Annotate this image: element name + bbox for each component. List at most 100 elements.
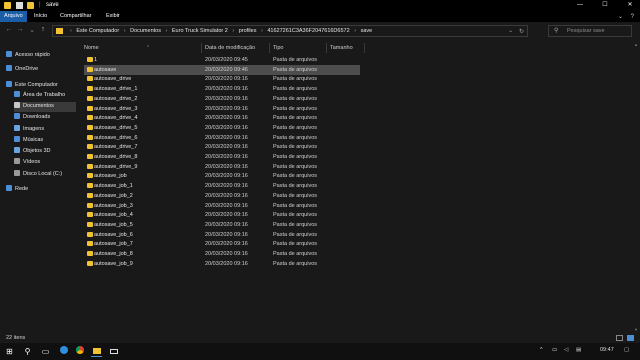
table-row[interactable]: autosave_job_4 20/03/2020 09:16 Pasta de a… — [84, 210, 360, 220]
scroll-down-icon[interactable]: ▼ — [634, 327, 638, 332]
breadcrumb-euro-truck[interactable]: Euro Truck Simulator 2 — [172, 28, 228, 34]
notifications-icon[interactable]: ▢ — [624, 347, 629, 353]
sidebar-item-imagens[interactable]: Imagens — [14, 125, 76, 135]
breadcrumb-profiles[interactable]: profiles — [239, 28, 257, 34]
column-header-date[interactable]: Data de modificação — [205, 43, 269, 53]
sidebar-item-este-computador[interactable]: Este Computador — [6, 81, 76, 91]
chrome-icon[interactable] — [74, 346, 85, 357]
column-header-name[interactable]: Nome ⌃ — [84, 43, 204, 53]
breadcrumb-este-computador[interactable]: Este Computador — [76, 28, 119, 34]
mail-icon[interactable] — [108, 346, 119, 357]
file-name: autosave_job_2 — [94, 192, 133, 199]
sidebar-item-disco-local[interactable]: Disco Local (C:) — [14, 170, 76, 180]
tab-arquivo[interactable]: Arquivo — [0, 11, 27, 22]
help-icon[interactable]: ? — [631, 14, 634, 20]
forward-button[interactable]: → — [15, 26, 25, 33]
column-divider[interactable] — [364, 43, 365, 53]
table-row[interactable]: autosave_job_5 20/03/2020 09:16 Pasta de a… — [84, 220, 360, 230]
breadcrumb-separator[interactable]: › — [70, 28, 72, 34]
tray-overflow-icon[interactable]: ^ — [540, 347, 543, 353]
sidebar-item-onedrive[interactable]: OneDrive — [6, 65, 76, 75]
sidebar-item-acesso-rapido[interactable]: Acesso rápido — [6, 51, 76, 61]
sidebar-item-rede[interactable]: Rede — [6, 185, 76, 195]
recent-locations-button[interactable]: ⌄ — [27, 26, 37, 34]
table-row[interactable]: autosave_drive_5 20/03/2020 09:16 Pasta de… — [84, 123, 360, 133]
table-row[interactable]: autosave_drive_2 20/03/2020 09:16 Pasta de… — [84, 94, 360, 104]
tab-inicio[interactable]: Início — [30, 11, 51, 22]
quick-access-chevron-icon[interactable]: | — [39, 2, 41, 8]
close-button[interactable]: ✕ — [622, 0, 638, 11]
table-row[interactable]: autosave_job_3 20/03/2020 09:16 Pasta de a… — [84, 201, 360, 211]
folder-icon — [87, 124, 93, 130]
table-row[interactable]: autosave_job_1 20/03/2020 09:16 Pasta de a… — [84, 181, 360, 191]
breadcrumb-separator[interactable]: › — [354, 28, 356, 34]
column-divider[interactable] — [269, 43, 270, 53]
address-bar[interactable]: › Este Computador › Documentos › Euro Tr… — [52, 25, 528, 37]
refresh-icon[interactable]: ↻ — [519, 28, 524, 35]
search-input[interactable]: ⚲ Pesquisar save — [548, 25, 632, 37]
breadcrumb-separator[interactable]: › — [166, 28, 168, 34]
table-row[interactable]: autosave_job 20/03/2020 09:16 Pasta de arq… — [84, 171, 360, 181]
column-divider[interactable] — [201, 43, 202, 53]
table-row[interactable]: autosave_drive 20/03/2020 09:16 Pasta de a… — [84, 74, 360, 84]
table-row[interactable]: autosave_drive_9 20/03/2020 09:16 Pasta de… — [84, 162, 360, 172]
network-status-icon[interactable]: ▭ — [552, 347, 557, 353]
search-button[interactable]: ⚲ — [22, 346, 33, 357]
column-header-type[interactable]: Tipo — [273, 43, 327, 53]
tab-compartilhar[interactable]: Compartilhar — [56, 11, 95, 22]
tab-exibir[interactable]: Exibir — [102, 11, 124, 22]
table-row[interactable]: autosave_drive_1 20/03/2020 09:16 Pasta de… — [84, 84, 360, 94]
address-dropdown-icon[interactable]: ⌄ — [508, 28, 513, 34]
breadcrumb-separator[interactable]: › — [261, 28, 263, 34]
file-date: 20/03/2020 09:16 — [205, 241, 248, 248]
maximize-button[interactable]: ☐ — [597, 0, 613, 11]
file-date: 20/03/2020 09:16 — [205, 95, 248, 102]
table-row[interactable]: autosave_drive_8 20/03/2020 09:16 Pasta de… — [84, 152, 360, 162]
up-button[interactable]: ↑ — [38, 26, 48, 33]
table-row[interactable]: autosave_job_6 20/03/2020 09:16 Pasta de a… — [84, 230, 360, 240]
file-explorer-icon[interactable] — [91, 346, 102, 357]
breadcrumb-save[interactable]: save — [361, 28, 373, 34]
back-button[interactable]: ← — [4, 26, 14, 33]
drive-icon — [14, 170, 20, 176]
ribbon-expand-icon[interactable]: ⌄ — [618, 14, 623, 20]
vertical-scrollbar[interactable]: ▲ ▼ — [634, 42, 638, 332]
sidebar-item-documentos[interactable]: Documentos — [14, 102, 76, 112]
volume-icon[interactable]: ◁ — [564, 347, 568, 353]
breadcrumb-documentos[interactable]: Documentos — [130, 28, 161, 34]
column-divider[interactable] — [326, 43, 327, 53]
table-row[interactable]: autosave_drive_6 20/03/2020 09:16 Pasta de… — [84, 133, 360, 143]
table-row[interactable]: autosave_drive_7 20/03/2020 09:16 Pasta de… — [84, 142, 360, 152]
table-row[interactable]: autosave_drive_3 20/03/2020 09:16 Pasta de… — [84, 104, 360, 114]
table-row[interactable]: autosave_job_9 20/03/2020 09:16 Pasta de a… — [84, 259, 360, 269]
edge-icon[interactable] — [58, 346, 69, 357]
language-icon[interactable]: ▤ — [576, 347, 581, 353]
sidebar-item-area-de-trabalho[interactable]: Área de Trabalho — [14, 91, 76, 101]
breadcrumb-separator[interactable]: › — [232, 28, 234, 34]
clock[interactable]: 09:47 — [600, 347, 614, 353]
minimize-button[interactable]: — — [572, 0, 588, 11]
table-row[interactable]: autosave_drive_4 20/03/2020 09:16 Pasta de… — [84, 113, 360, 123]
task-view-button[interactable]: ▭ — [40, 346, 51, 357]
new-folder-icon[interactable] — [27, 2, 34, 9]
file-name: autosave_drive_1 — [94, 86, 138, 93]
sidebar-item-videos[interactable]: Vídeos — [14, 158, 76, 168]
scroll-up-icon[interactable]: ▲ — [634, 42, 638, 47]
details-view-icon[interactable] — [616, 335, 623, 341]
sidebar-item-downloads[interactable]: Downloads — [14, 113, 76, 123]
computer-icon — [6, 81, 12, 87]
sidebar-item-label: Objetos 3D — [23, 148, 51, 154]
large-icons-view-icon[interactable] — [627, 335, 634, 341]
breadcrumb-profile-id[interactable]: 41627261C3A36F2047616D6572 — [267, 28, 349, 34]
start-button[interactable]: ⊞ — [4, 346, 15, 357]
table-row[interactable]: autosave_job_2 20/03/2020 09:16 Pasta de a… — [84, 191, 360, 201]
breadcrumb-separator[interactable]: › — [124, 28, 126, 34]
table-row[interactable]: 1 20/03/2020 09:45 Pasta de arquivos — [84, 55, 360, 65]
sidebar-item-musicas[interactable]: Músicas — [14, 136, 76, 146]
file-type: Pasta de arquivos — [273, 95, 318, 102]
sidebar-item-objetos-3d[interactable]: Objetos 3D — [14, 147, 76, 157]
table-row[interactable]: autosave_job_8 20/03/2020 09:16 Pasta de a… — [84, 249, 360, 259]
table-row[interactable]: autosave_job_7 20/03/2020 09:16 Pasta de a… — [84, 239, 360, 249]
table-row[interactable]: autosave 20/03/2020 09:46 Pasta de arquivo… — [84, 64, 360, 75]
properties-icon[interactable] — [16, 2, 23, 9]
